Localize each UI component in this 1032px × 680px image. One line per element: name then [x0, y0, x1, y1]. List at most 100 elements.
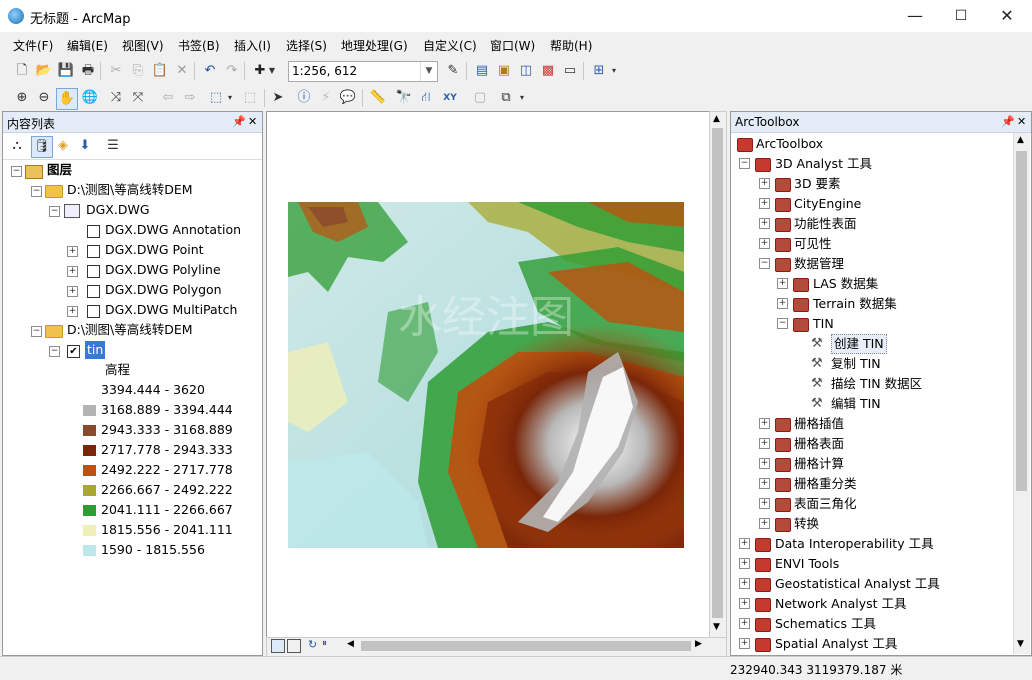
layer-visibility-checkbox[interactable]	[87, 245, 100, 258]
layer-point-label[interactable]: DGX.DWG Point	[105, 240, 204, 260]
list-by-drawing-order-icon[interactable]: ⛬	[7, 136, 27, 156]
menu-window[interactable]: 窗口(W)	[490, 37, 535, 54]
legend-swatch[interactable]	[83, 405, 96, 416]
toolbox-item[interactable]: Spatial Analyst 工具	[775, 634, 897, 654]
layers-root-label[interactable]: 图层	[47, 160, 72, 180]
tool-delineate-tin-data-area[interactable]: 描绘 TIN 数据区	[831, 374, 922, 394]
pan-icon[interactable]: ✋	[56, 88, 78, 110]
scroll-right-icon[interactable]: ▶	[695, 639, 702, 649]
time-slider-icon[interactable]: ▢	[470, 88, 490, 108]
toolbox-3d-analyst[interactable]: 3D Analyst 工具	[775, 154, 872, 174]
print-icon[interactable]: 🖶	[78, 61, 98, 81]
toolset-terrain-dataset[interactable]: Terrain 数据集	[813, 294, 897, 314]
save-icon[interactable]: 💾	[56, 61, 76, 81]
scroll-left-icon[interactable]: ◀	[347, 639, 354, 649]
clear-selection-icon[interactable]: ⬚	[240, 88, 260, 108]
delete-icon[interactable]: ✕	[172, 61, 192, 81]
collapse-icon[interactable]: −	[49, 206, 60, 217]
tools-options-icon[interactable]: ▾	[517, 88, 527, 108]
legend-swatch[interactable]	[83, 505, 96, 516]
toolset-item[interactable]: 表面三角化	[794, 494, 857, 514]
legend-swatch[interactable]	[83, 425, 96, 436]
layer-polygon-label[interactable]: DGX.DWG Polygon	[105, 280, 222, 300]
toolset-las-dataset[interactable]: LAS 数据集	[813, 274, 878, 294]
pause-drawing-icon[interactable]: ⏸	[322, 638, 327, 649]
collapse-icon[interactable]: −	[11, 166, 22, 177]
toolbox-item[interactable]: ENVI Tools	[775, 554, 839, 574]
arctoolbox-root-label[interactable]: ArcToolbox	[756, 134, 823, 154]
expand-icon[interactable]: +	[759, 238, 770, 249]
open-icon[interactable]: 📂	[34, 61, 54, 81]
pin-icon[interactable]: 📌	[232, 115, 246, 128]
layer-visibility-checkbox[interactable]	[87, 285, 100, 298]
expand-icon[interactable]: +	[739, 638, 750, 649]
python-window-icon[interactable]: ▭	[560, 61, 580, 81]
scroll-thumb[interactable]	[712, 128, 723, 618]
legend-swatch[interactable]	[83, 465, 96, 476]
menu-view[interactable]: 视图(V)	[122, 37, 164, 54]
copy-icon[interactable]: ⎘	[128, 61, 148, 81]
layer-visibility-checkbox[interactable]	[87, 225, 100, 238]
scroll-down-icon[interactable]: ▼	[713, 622, 720, 632]
expand-icon[interactable]: +	[67, 246, 78, 257]
maximize-button[interactable]: ☐	[938, 0, 984, 32]
toolset-item[interactable]: CityEngine	[794, 194, 861, 214]
search-window-icon[interactable]: ◫	[516, 61, 536, 81]
find-icon[interactable]: 🔭	[394, 88, 414, 108]
cad-dataset-label[interactable]: DGX.DWG	[86, 200, 150, 220]
expand-icon[interactable]: +	[739, 558, 750, 569]
back-extent-icon[interactable]: ⇦	[158, 88, 178, 108]
expand-icon[interactable]: +	[777, 298, 788, 309]
expand-icon[interactable]: +	[777, 278, 788, 289]
tool-edit-tin[interactable]: 编辑 TIN	[831, 394, 881, 414]
fixed-zoom-out-icon[interactable]: ⤧	[128, 88, 148, 108]
toolset-tin[interactable]: TIN	[813, 314, 834, 334]
menu-file[interactable]: 文件(F)	[13, 37, 53, 54]
expand-icon[interactable]: +	[67, 286, 78, 297]
collapse-icon[interactable]: −	[49, 346, 60, 357]
select-elements-icon[interactable]: ➤	[268, 88, 288, 108]
tin-visibility-checkbox[interactable]: ✔	[67, 345, 80, 358]
menu-geoprocessing[interactable]: 地理处理(G)	[341, 37, 408, 54]
layer-visibility-checkbox[interactable]	[87, 305, 100, 318]
tool-create-tin[interactable]: 创建 TIN	[831, 334, 887, 354]
toolset-item[interactable]: 转换	[794, 514, 819, 534]
legend-swatch[interactable]	[83, 545, 96, 556]
tin-layer-label[interactable]: tin	[85, 341, 106, 359]
menu-select[interactable]: 选择(S)	[286, 37, 327, 54]
toolbox-item[interactable]: Schematics 工具	[775, 614, 876, 634]
toolset-item[interactable]: 栅格表面	[794, 434, 844, 454]
layer-annotation-label[interactable]: DGX.DWG Annotation	[105, 220, 241, 240]
expand-icon[interactable]: +	[759, 418, 770, 429]
toolset-item[interactable]: 3D 要素	[794, 174, 841, 194]
map-scale-combobox[interactable]: 1:256, 612 ▼	[288, 61, 438, 82]
source-folder-label[interactable]: D:\测图\等高线转DEM	[67, 320, 193, 340]
collapse-icon[interactable]: −	[31, 186, 42, 197]
toolset-item[interactable]: 可见性	[794, 234, 832, 254]
new-document-icon[interactable]: 🗋	[12, 61, 32, 81]
expand-icon[interactable]: +	[759, 178, 770, 189]
collapse-icon[interactable]: −	[739, 158, 750, 169]
menu-insert[interactable]: 插入(I)	[234, 37, 271, 54]
expand-icon[interactable]: +	[759, 458, 770, 469]
paste-icon[interactable]: 📋	[150, 61, 170, 81]
data-view-icon[interactable]	[271, 639, 285, 653]
toolbox-item[interactable]: Data Interoperability 工具	[775, 534, 934, 554]
table-of-contents-icon[interactable]: ▤	[472, 61, 492, 81]
fixed-zoom-in-icon[interactable]: ⤨	[106, 88, 126, 108]
source-folder-label[interactable]: D:\测图\等高线转DEM	[67, 180, 193, 200]
list-by-source-icon[interactable]: 🛢	[31, 136, 53, 158]
select-features-icon[interactable]: ⬚	[206, 88, 226, 108]
list-by-visibility-icon[interactable]: ◈	[53, 136, 73, 156]
toolset-item[interactable]: 栅格插值	[794, 414, 844, 434]
editor-toolbar-icon[interactable]: ✎	[443, 61, 463, 81]
expand-icon[interactable]: +	[739, 538, 750, 549]
scroll-down-icon[interactable]: ▼	[1017, 639, 1024, 649]
go-to-xy-icon[interactable]: XY	[440, 88, 460, 108]
expand-icon[interactable]: +	[759, 478, 770, 489]
forward-extent-icon[interactable]: ⇨	[180, 88, 200, 108]
layout-view-icon[interactable]	[287, 639, 301, 653]
toc-options-icon[interactable]: ☰	[103, 136, 123, 156]
full-extent-icon[interactable]: 🌐	[80, 88, 100, 108]
scroll-up-icon[interactable]: ▲	[1017, 135, 1024, 145]
